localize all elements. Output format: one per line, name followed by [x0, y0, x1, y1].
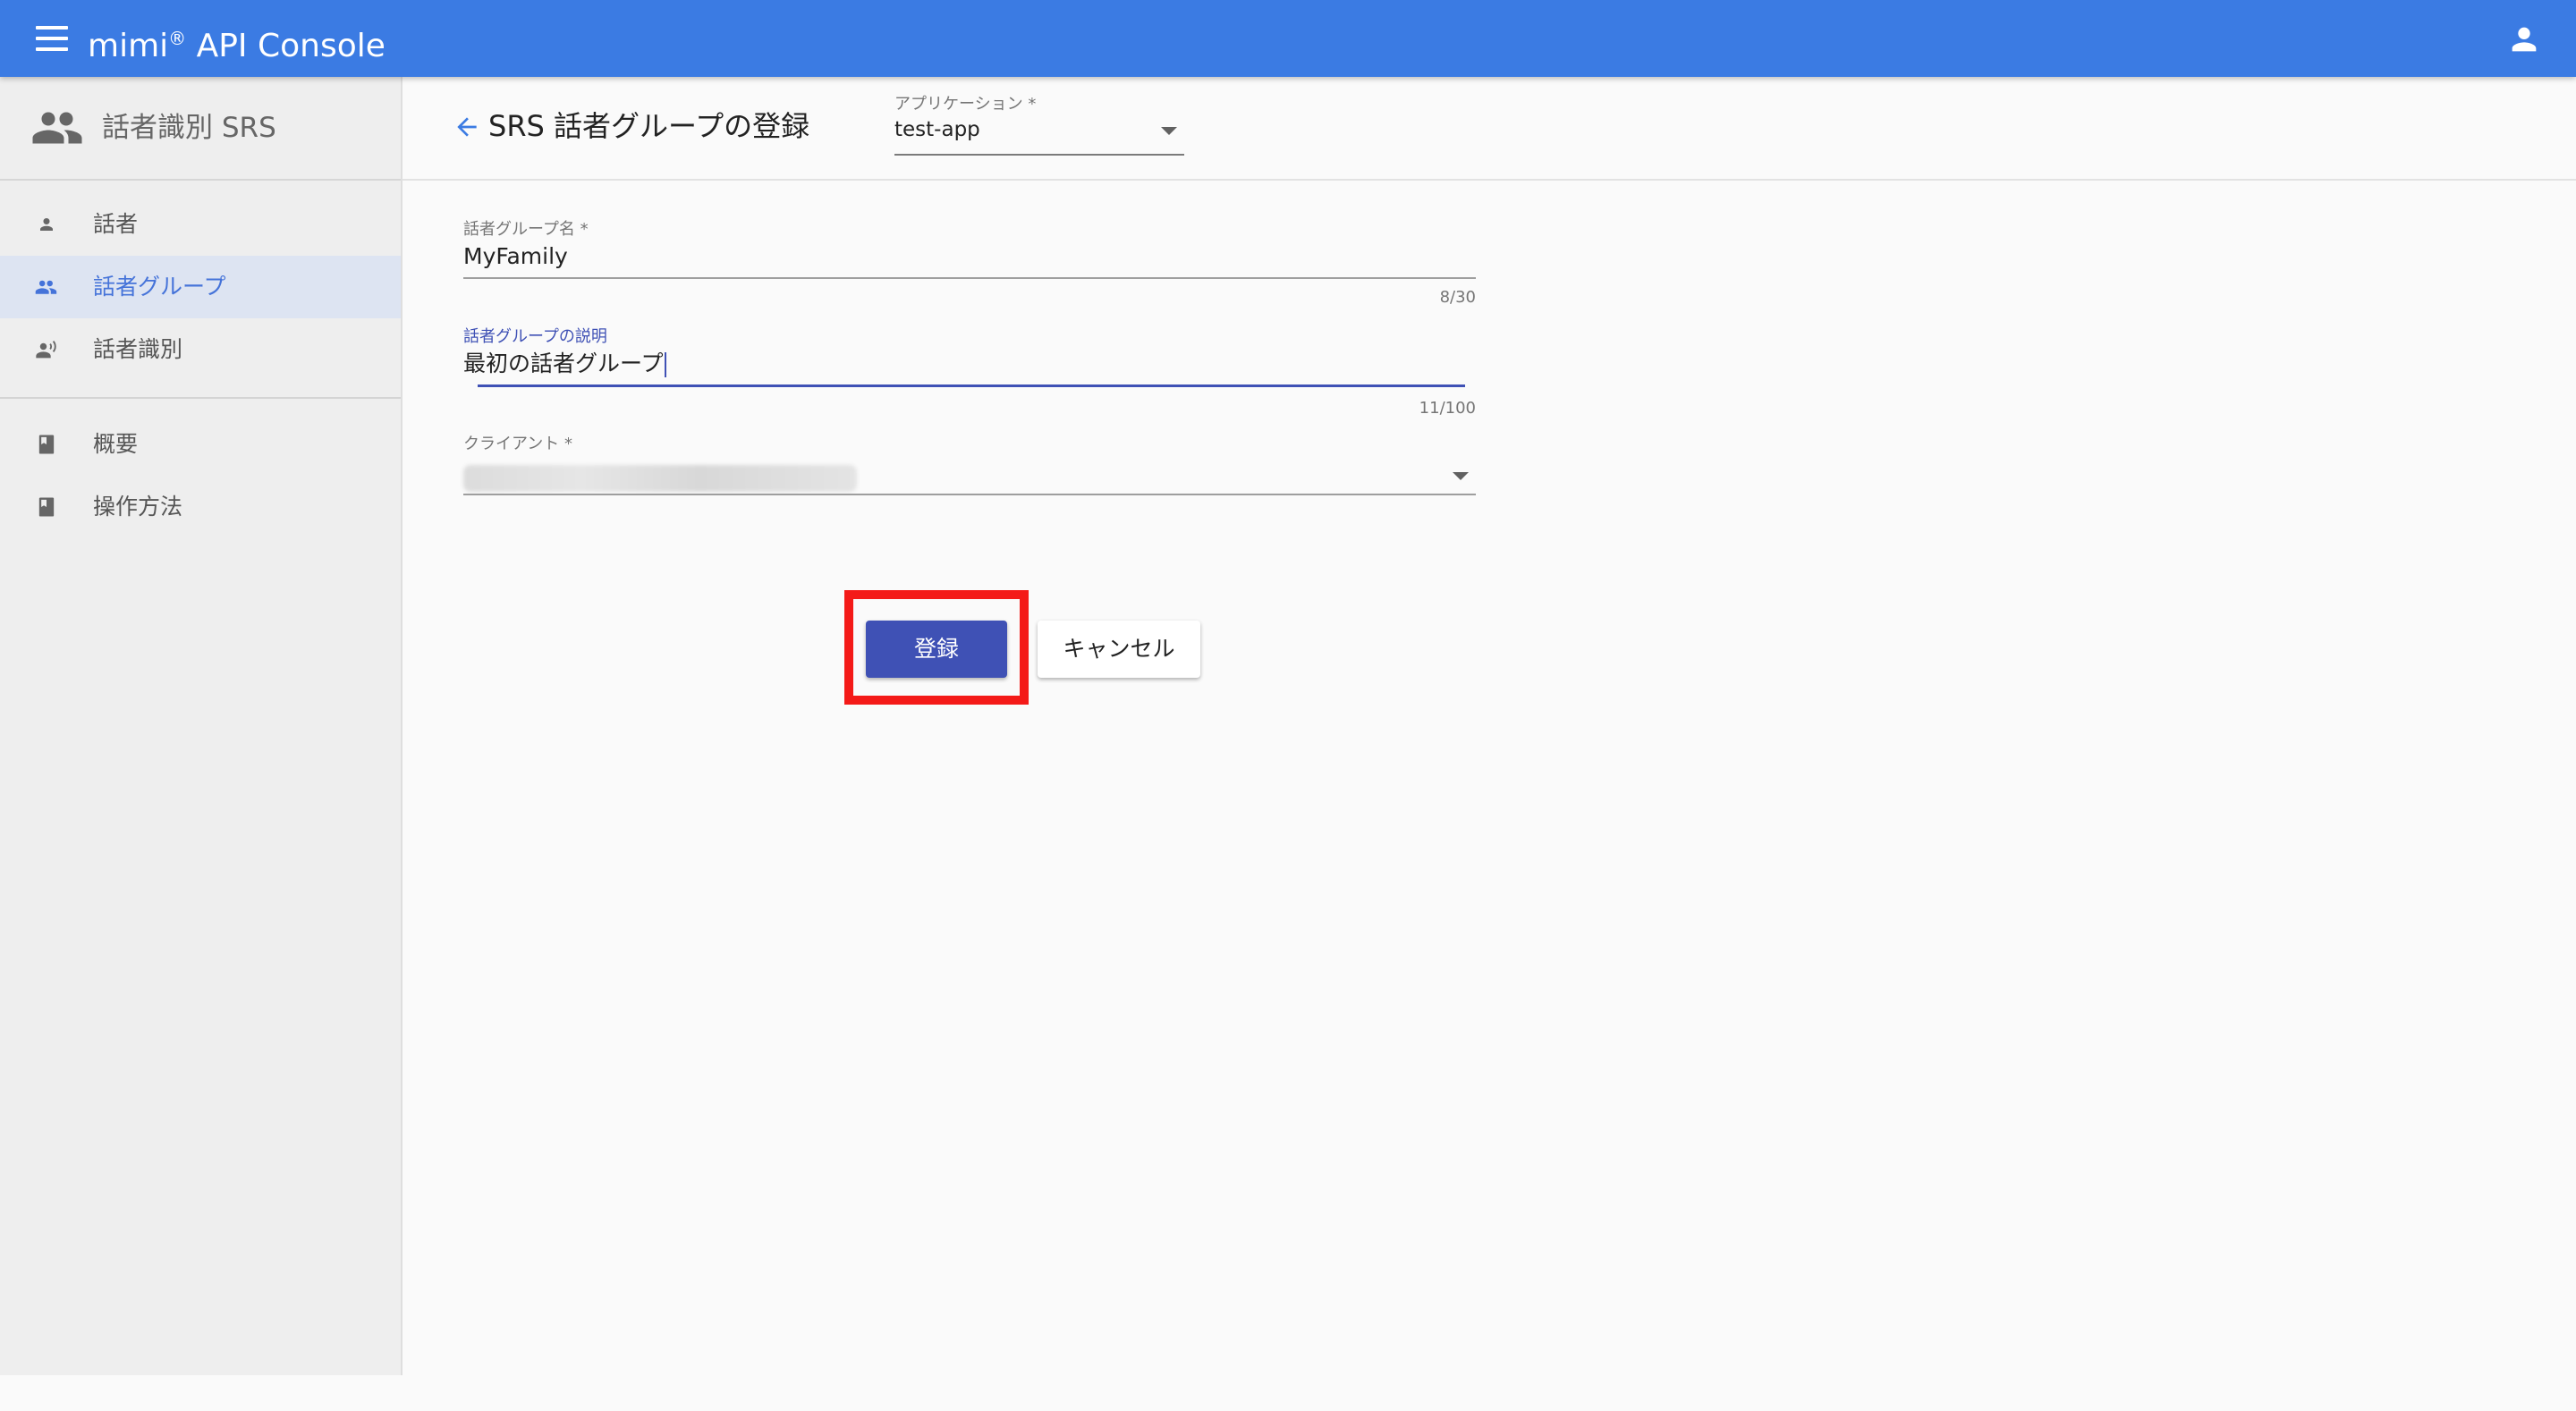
underline: [478, 384, 1465, 387]
group-description-label: 話者グループの説明: [463, 327, 607, 346]
page-header: SRS 話者グループの登録 アプリケーション * test-app: [402, 77, 2576, 181]
chevron-down-icon: [1453, 472, 1469, 480]
cancel-button[interactable]: キャンセル: [1038, 621, 1200, 678]
client-select[interactable]: クライアント *: [463, 431, 1476, 520]
record-voice-icon: [32, 337, 61, 362]
app-bar: mimi® API Console: [0, 0, 2576, 77]
page-title: SRS 話者グループの登録: [488, 109, 810, 143]
group-name-input[interactable]: MyFamily: [463, 241, 568, 272]
sidebar-header: 話者識別 SRS: [0, 77, 401, 181]
sidebar-item-speaker-identification[interactable]: 話者識別: [0, 318, 401, 381]
group-description-input[interactable]: 最初の話者グループ: [463, 349, 666, 379]
client-value-blurred: [463, 465, 857, 492]
sidebar-item-speaker-groups[interactable]: 話者グループ: [0, 256, 401, 318]
group-name-label: 話者グループ名 *: [463, 220, 589, 239]
group-description-counter: 11/100: [1419, 399, 1476, 418]
application-label: アプリケーション *: [894, 95, 1037, 114]
sidebar-item-overview[interactable]: 概要: [0, 413, 401, 476]
sidebar: 話者識別 SRS 話者 話者グループ 話者識別 概要 操作方法: [0, 77, 402, 1375]
underline: [463, 277, 1476, 279]
text-cursor: [664, 352, 666, 377]
underline: [463, 494, 1476, 495]
app-title: mimi® API Console: [88, 28, 386, 64]
application-value: test-app: [894, 118, 980, 141]
sidebar-item-how-to[interactable]: 操作方法: [0, 476, 401, 538]
client-label: クライアント *: [463, 435, 573, 453]
submit-button[interactable]: 登録: [866, 621, 1007, 678]
book-icon: [32, 494, 61, 520]
group-icon: [32, 275, 61, 300]
sidebar-item-label: 話者識別: [93, 336, 183, 362]
sidebar-divider: [0, 397, 401, 399]
book-icon: [32, 432, 61, 457]
group-description-field[interactable]: 話者グループの説明 最初の話者グループ 11/100: [463, 324, 1476, 418]
menu-icon[interactable]: [36, 26, 68, 51]
sidebar-item-label: 話者グループ: [93, 274, 226, 300]
sidebar-item-speakers[interactable]: 話者: [0, 193, 401, 256]
group-name-counter: 8/30: [1439, 288, 1476, 307]
sidebar-item-label: 話者: [93, 211, 139, 237]
person-icon: [32, 212, 61, 237]
account-icon[interactable]: [2506, 21, 2542, 57]
back-arrow-icon[interactable]: [453, 113, 481, 141]
sidebar-item-label: 概要: [93, 431, 139, 457]
main-content: SRS 話者グループの登録 アプリケーション * test-app 話者グループ…: [402, 77, 2576, 1375]
sidebar-item-label: 操作方法: [93, 494, 183, 520]
application-select[interactable]: アプリケーション * test-app: [894, 91, 1184, 156]
group-name-field[interactable]: 話者グループ名 * MyFamily 8/30: [463, 216, 1476, 307]
group-icon: [30, 107, 84, 148]
sidebar-title: 話者識別 SRS: [102, 112, 276, 144]
chevron-down-icon: [1161, 127, 1177, 135]
